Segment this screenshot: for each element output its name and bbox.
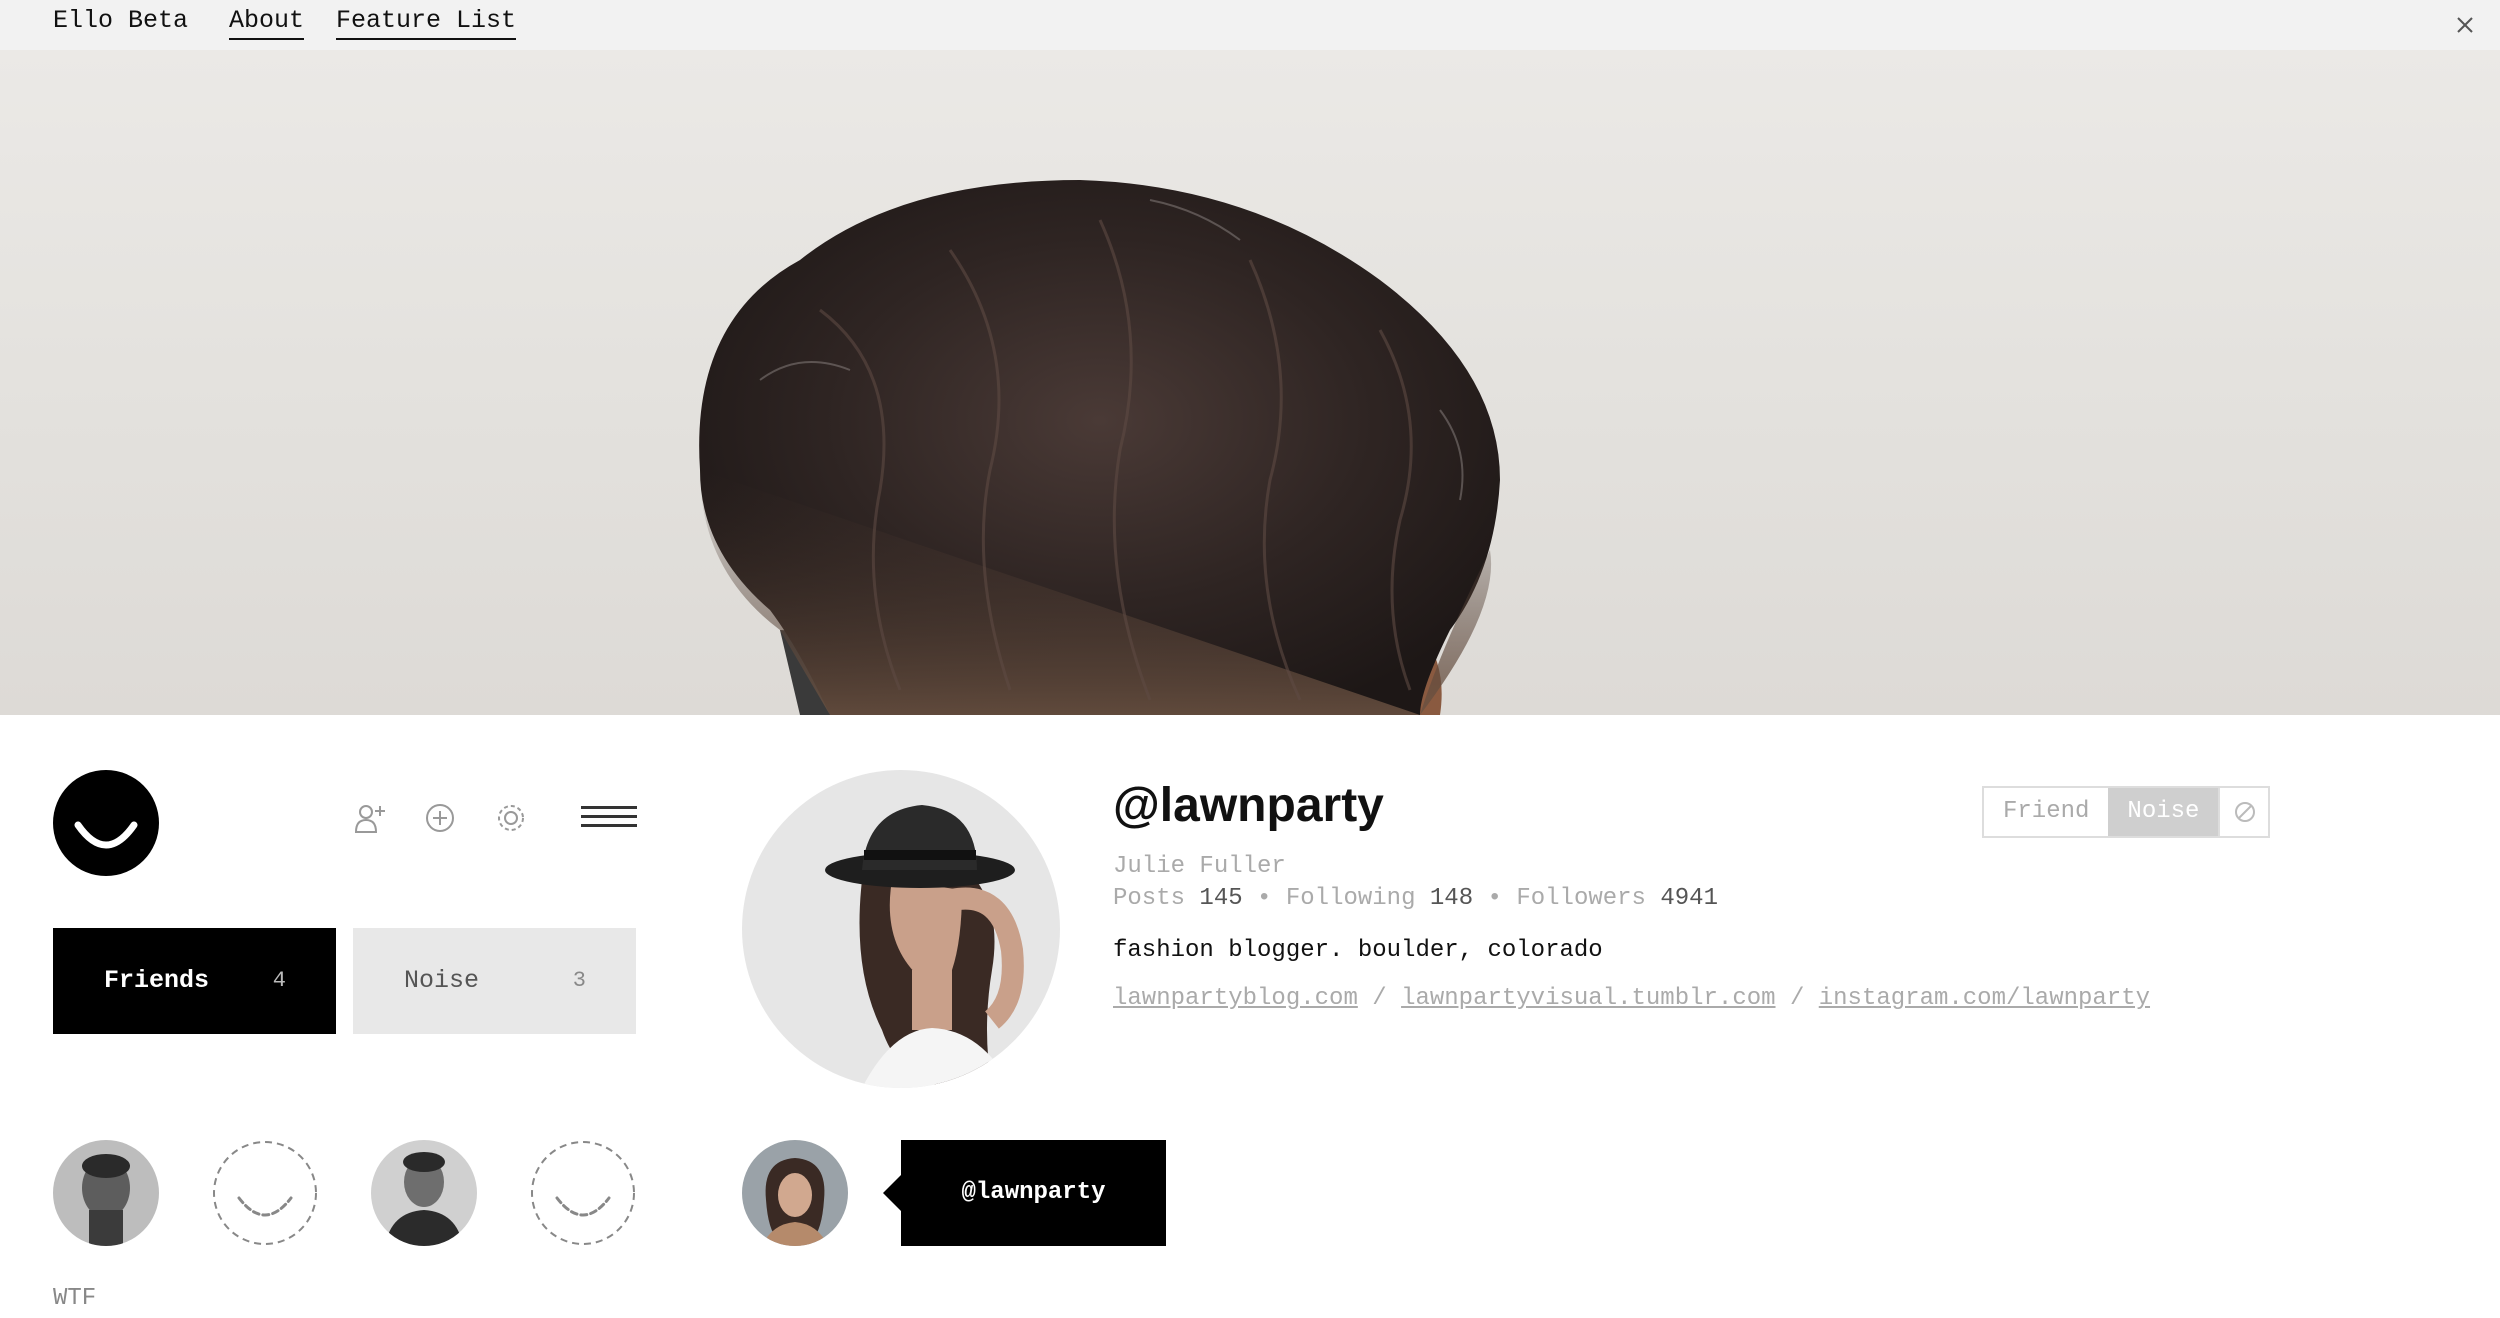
profile-stats: Posts 145 • Following 148 • Followers 49… — [1113, 884, 1718, 914]
stats-separator: • — [1257, 885, 1272, 912]
link-separator: / — [1372, 985, 1387, 1012]
nav-about-link[interactable]: About — [229, 6, 305, 40]
followers-label: Followers — [1516, 885, 1646, 912]
profile-links: lawnpartyblog.com / lawnpartyvisual.tumb… — [1113, 984, 2150, 1014]
cover-photo — [0, 50, 2500, 715]
add-post-icon[interactable] — [422, 800, 458, 836]
noise-stream-count: 3 — [572, 968, 586, 993]
mention-bubble[interactable]: @lawnparty — [883, 1140, 1166, 1246]
default-smile-avatar[interactable] — [530, 1140, 636, 1246]
ello-logo[interactable] — [53, 770, 159, 876]
nav-feature-list-link[interactable]: Feature List — [336, 6, 517, 40]
profile-link-instagram[interactable]: instagram.com/lawnparty — [1819, 985, 2150, 1012]
current-user-avatar[interactable] — [742, 1140, 848, 1246]
followers-count[interactable]: 4941 — [1660, 885, 1718, 912]
user-avatar-photo[interactable] — [53, 1140, 159, 1246]
noise-stream-button[interactable]: Noise 3 — [353, 928, 636, 1034]
gear-icon[interactable] — [493, 800, 529, 836]
default-smile-avatar[interactable] — [212, 1140, 318, 1246]
profile-link-blog[interactable]: lawnpartyblog.com — [1113, 985, 1358, 1012]
posts-count[interactable]: 145 — [1199, 885, 1242, 912]
wtf-link[interactable]: WTF — [53, 1285, 96, 1312]
profile-avatar — [742, 770, 1060, 1088]
profile-full-name: Julie Fuller — [1113, 853, 1286, 880]
friends-stream-count: 4 — [272, 968, 286, 993]
relationship-control: Friend Noise — [1982, 786, 2271, 838]
menu-icon[interactable] — [581, 806, 637, 834]
add-friend-icon[interactable] — [352, 800, 388, 836]
profile-link-tumblr[interactable]: lawnpartyvisual.tumblr.com — [1401, 985, 1775, 1012]
following-label: Following — [1285, 885, 1416, 912]
block-icon — [2235, 802, 2256, 822]
block-button[interactable] — [2218, 788, 2269, 836]
close-icon[interactable] — [2450, 10, 2480, 40]
friends-stream-button[interactable]: Friends 4 — [53, 928, 336, 1034]
friend-button[interactable]: Friend — [1984, 788, 2109, 836]
profile-bio: fashion blogger. boulder, colorado — [1113, 937, 1603, 964]
stats-separator: • — [1487, 885, 1502, 912]
cover-hair-illustration — [699, 180, 1500, 715]
link-separator: / — [1789, 985, 1805, 1012]
noise-button[interactable]: Noise — [2108, 788, 2219, 836]
profile-username: @lawnparty — [1113, 779, 1384, 832]
top-bar: Ello Beta About Feature List — [0, 0, 2500, 50]
friends-stream-label: Friends — [104, 966, 210, 995]
brand-name[interactable]: Ello Beta — [53, 6, 188, 36]
noise-stream-label: Noise — [404, 966, 480, 995]
user-avatar-photo[interactable] — [371, 1140, 477, 1246]
posts-label: Posts — [1113, 885, 1186, 912]
following-count[interactable]: 148 — [1430, 885, 1473, 912]
